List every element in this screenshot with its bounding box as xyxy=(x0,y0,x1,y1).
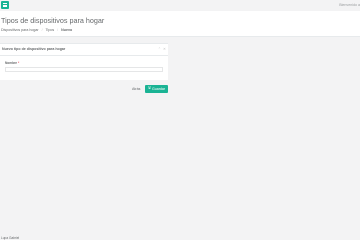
footer-text: Lupa Gabriel xyxy=(1,236,20,240)
save-icon: 🖫 xyxy=(147,86,151,90)
back-button[interactable]: Atrás xyxy=(132,87,140,91)
chevron-up-icon[interactable]: ⌃ xyxy=(158,47,161,51)
save-button[interactable]: 🖫 Guardar xyxy=(145,85,168,93)
hamburger-icon xyxy=(3,3,7,7)
nombre-input[interactable] xyxy=(5,67,163,72)
menu-toggle-button[interactable] xyxy=(1,1,9,9)
panel-body: Nombre* xyxy=(0,55,168,80)
nombre-label: Nombre* xyxy=(5,61,19,65)
breadcrumb: Dispositivos para hogar / Tipos / Nuevo xyxy=(1,28,72,32)
panel-tools: ⌃ ✕ xyxy=(157,47,166,51)
close-icon[interactable]: ✕ xyxy=(163,47,166,51)
topbar: Bienvenido a xyxy=(0,0,360,11)
required-marker: * xyxy=(18,61,20,65)
form-panel: Nuevo tipo de dispositivo para hogar ⌃ ✕… xyxy=(0,43,168,80)
page-heading: Tipos de dispositivos para hogar Disposi… xyxy=(0,11,360,37)
nombre-label-text: Nombre xyxy=(5,61,18,65)
save-button-label: Guardar xyxy=(151,87,166,91)
breadcrumb-item-nuevo: Nuevo xyxy=(61,28,73,32)
breadcrumb-separator: / xyxy=(41,28,43,32)
panel-title: Nuevo tipo de dispositivo para hogar xyxy=(2,47,66,51)
breadcrumb-item-tipos[interactable]: Tipos xyxy=(46,28,55,32)
welcome-text: Bienvenido a xyxy=(339,3,360,7)
breadcrumb-item-dispositivos[interactable]: Dispositivos para hogar xyxy=(1,28,39,32)
breadcrumb-separator: / xyxy=(57,28,59,32)
page-title: Tipos de dispositivos para hogar xyxy=(1,16,105,25)
